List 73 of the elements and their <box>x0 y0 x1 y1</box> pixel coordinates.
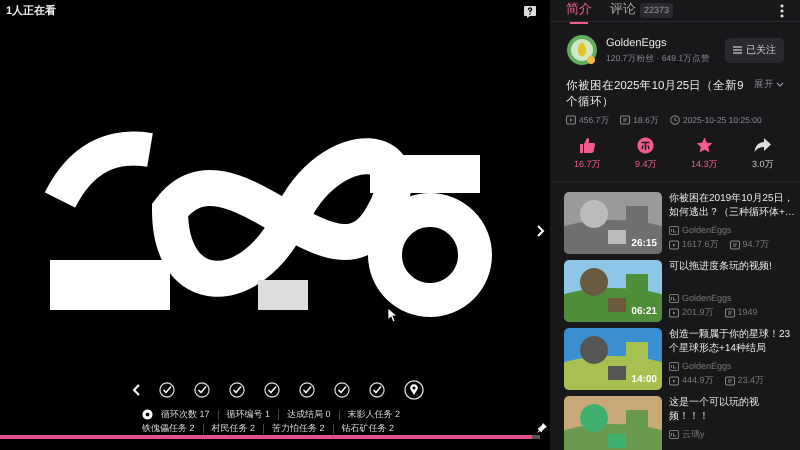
share-icon <box>754 136 772 154</box>
view-count: 444.9万 <box>682 374 714 388</box>
stat-text: 达成结局 0 <box>287 408 331 421</box>
menu-icon <box>733 46 742 54</box>
action-button[interactable]: 16.7万 <box>564 136 610 172</box>
stat-text: 苦力怕任务 2 <box>272 422 325 435</box>
stat-text: 铁傀儡任务 2 <box>142 422 195 435</box>
viewer-count: 1人正在看 <box>6 4 56 19</box>
play-count-icon <box>566 115 576 126</box>
checked-circle-icon[interactable] <box>334 382 350 398</box>
uploader-name[interactable]: GoldenEggs <box>682 224 732 238</box>
author-stats: 120.7万粉丝 · 649.1万点赞 <box>606 52 710 65</box>
avatar-icon[interactable] <box>566 34 598 66</box>
tab[interactable]: 评论 <box>610 0 636 24</box>
author-name[interactable]: GoldenEggs <box>606 35 710 52</box>
help-icon[interactable] <box>524 6 536 18</box>
uploader-icon <box>669 226 679 236</box>
danmaku-count: 18.6万 <box>633 114 659 127</box>
danmaku-count: 94.7万 <box>742 238 770 252</box>
danmaku-count: 1949 <box>738 306 758 320</box>
play-count-icon <box>669 240 679 250</box>
more-menu-icon[interactable] <box>780 4 784 18</box>
stat-text: 循环次数 17 <box>161 408 210 421</box>
stat-text: 循环编号 1 <box>226 408 270 421</box>
video-title[interactable]: 你被困在2019年10月25日，如何逃出？（三种循环体+… <box>669 192 796 222</box>
chevron-down-icon <box>776 82 784 88</box>
uploader-name[interactable]: GoldenEggs <box>682 360 732 374</box>
video-duration: 06:21 <box>631 305 657 320</box>
action-button[interactable]: 9.4万 <box>622 136 669 172</box>
like-icon <box>578 136 596 154</box>
video-title[interactable]: 这是一个可以玩的视频！！！ <box>669 396 796 426</box>
danmaku-icon <box>620 115 630 126</box>
checked-circle-icon[interactable] <box>159 382 175 398</box>
video-duration: 26:15 <box>631 237 657 252</box>
action-button[interactable]: 14.3万 <box>681 136 728 172</box>
checked-circle-icon[interactable] <box>369 382 385 398</box>
location-pin-icon[interactable] <box>404 380 424 400</box>
uploader-icon <box>669 362 679 372</box>
danmaku-icon <box>724 308 735 318</box>
stat-text: 末影人任务 2 <box>348 408 400 421</box>
stat-text: 钻石矿任务 2 <box>342 422 394 435</box>
comment-count: 22373 <box>640 2 674 18</box>
checked-circle-icon[interactable] <box>299 382 315 398</box>
uploader-name[interactable]: 云璃y <box>682 428 704 442</box>
clock-icon <box>670 115 680 126</box>
coin-icon <box>637 136 654 154</box>
play-count-icon <box>669 308 679 318</box>
cursor-icon <box>388 308 398 322</box>
uploader-name[interactable]: GoldenEggs <box>682 292 732 306</box>
checked-circle-icon[interactable] <box>264 382 280 398</box>
view-count: 1617.6万 <box>682 238 719 252</box>
expand-button[interactable]: 展开 <box>754 78 784 110</box>
action-button[interactable]: 3.0万 <box>740 136 786 172</box>
star-icon <box>696 136 713 154</box>
video-title[interactable]: 创造一颗属于你的星球！23个星球形态+14种结局 <box>669 328 796 358</box>
pin-icon[interactable] <box>537 423 547 433</box>
publish-date: 2025-10-25 10:25:00 <box>682 114 762 127</box>
video-title[interactable]: 可以拖进度条玩的视频! <box>669 260 796 290</box>
view-count: 201.9万 <box>682 306 714 320</box>
danmaku-icon <box>730 240 740 250</box>
follow-button[interactable]: 已关注 <box>725 38 784 62</box>
checked-circle-icon[interactable] <box>229 382 245 398</box>
tab[interactable]: 简介 <box>566 0 592 24</box>
uploader-icon <box>669 430 679 440</box>
view-count: 456.7万 <box>579 114 610 127</box>
checked-circle-icon[interactable] <box>194 382 210 398</box>
danmaku-icon <box>724 376 735 386</box>
video-duration: 14:00 <box>631 373 657 388</box>
video-title: 你被困在2025年10月25日（全新9个循环） <box>566 78 745 110</box>
danmaku-count: 23.4万 <box>738 374 764 388</box>
uploader-icon <box>669 294 679 304</box>
stat-text: 村民任务 2 <box>212 422 256 435</box>
play-count-icon <box>669 376 679 386</box>
